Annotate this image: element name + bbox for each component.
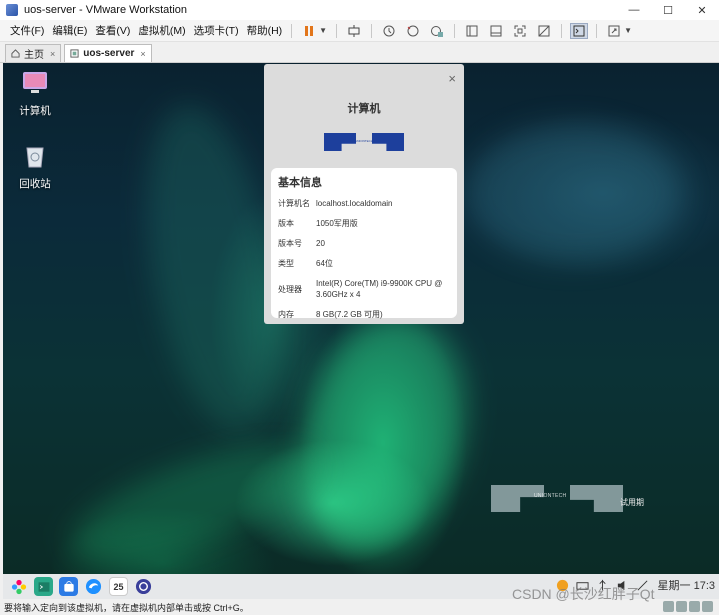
- toolbar-separator: [291, 23, 293, 38]
- tab-home[interactable]: 主页 ×: [5, 44, 62, 62]
- thumbnail-view-icon[interactable]: [487, 23, 505, 39]
- info-row-processor: 处理器 Intel(R) Core(TM) i9-9900K CPU @ 3.6…: [278, 278, 451, 300]
- window-controls: — ☐ ✕: [617, 0, 719, 20]
- uniontech-logo: UNIONTECH: [324, 133, 404, 153]
- guest-desktop[interactable]: 计算机 回收站 × 计算机 UNIONTECH 基本信息 计算机名 localh…: [3, 63, 719, 574]
- tab-strip: 主页 × uos-server ×: [0, 42, 719, 63]
- snapshot-icon[interactable]: [380, 23, 398, 39]
- hdd-status-icon[interactable]: [663, 601, 674, 612]
- info-row-hostname: 计算机名 localhost.localdomain: [278, 198, 451, 209]
- pause-dropdown-icon[interactable]: ▼: [319, 26, 327, 35]
- vm-icon: [70, 49, 79, 58]
- info-row-version: 版本号 20: [278, 238, 451, 249]
- desktop-icon-computer[interactable]: 计算机: [5, 69, 65, 118]
- info-value: 64位: [316, 259, 333, 268]
- basic-info-card: 基本信息 计算机名 localhost.localdomain 版本 1050军…: [271, 168, 457, 320]
- app-store-icon[interactable]: [59, 577, 78, 596]
- info-key: 处理器: [278, 284, 302, 294]
- aurora-glow: [57, 420, 329, 574]
- info-row-type: 类型 64位: [278, 258, 451, 269]
- terminal-icon[interactable]: [34, 577, 53, 596]
- desktop-icon-label: 回收站: [19, 178, 51, 190]
- desktop-icon-label: 计算机: [19, 105, 51, 117]
- info-value: 20: [316, 239, 325, 248]
- device-status-icons: [661, 601, 713, 612]
- dialog-close-button[interactable]: ×: [448, 71, 456, 86]
- browser-icon[interactable]: [84, 577, 103, 596]
- unity-mode-icon[interactable]: [535, 23, 553, 39]
- watermark-brand: UNIONTECH: [534, 493, 567, 499]
- pause-icon[interactable]: [300, 23, 318, 39]
- info-key: 内存: [278, 310, 294, 319]
- info-key: 版本号: [278, 239, 302, 248]
- snapshot-manager-icon[interactable]: [428, 23, 446, 39]
- stretch-dropdown-icon[interactable]: ▼: [624, 26, 632, 35]
- computer-icon: [21, 69, 49, 97]
- tab-uos-server[interactable]: uos-server ×: [64, 44, 152, 62]
- usb-status-icon[interactable]: [702, 601, 713, 612]
- info-key: 版本: [278, 219, 294, 228]
- aurora-glow: [274, 296, 492, 570]
- trial-label: 试用期: [620, 498, 644, 507]
- stretch-guest-icon[interactable]: [605, 23, 623, 39]
- toolbar-separator: [561, 23, 563, 38]
- toolbar-separator: [336, 23, 338, 38]
- send-ctrl-alt-del-icon[interactable]: [345, 23, 363, 39]
- revert-snapshot-icon[interactable]: [404, 23, 422, 39]
- menu-toolbar: 文件(F) 编辑(E) 查看(V) 虚拟机(M) 选项卡(T) 帮助(H) ▼ …: [0, 20, 719, 42]
- library-view-icon[interactable]: [463, 23, 481, 39]
- clock-text: 星期一 17:3: [657, 580, 715, 592]
- info-row-memory: 内存 8 GB(7.2 GB 可用): [278, 309, 451, 320]
- launcher-icon[interactable]: [9, 577, 28, 596]
- menu-help[interactable]: 帮助(H): [243, 23, 287, 38]
- home-icon: [11, 49, 20, 58]
- menu-file[interactable]: 文件(F): [6, 23, 48, 38]
- info-value: Intel(R) Core(TM) i9-9900K CPU @ 3.60GHz…: [316, 279, 443, 299]
- network-status-icon[interactable]: [689, 601, 700, 612]
- calendar-day: 25: [113, 581, 124, 592]
- tab-home-label: 主页: [24, 50, 44, 61]
- info-value: 1050军用版: [316, 219, 358, 228]
- csdn-watermark: CSDN @长沙红胖子Qt: [512, 586, 655, 602]
- maximize-button[interactable]: ☐: [651, 0, 685, 20]
- settings-icon[interactable]: [134, 577, 153, 596]
- tab-close-button[interactable]: ×: [140, 49, 145, 59]
- window-title: uos-server - VMware Workstation: [24, 4, 188, 16]
- cd-status-icon[interactable]: [676, 601, 687, 612]
- info-key: 计算机名: [278, 199, 310, 208]
- menu-tabs[interactable]: 选项卡(T): [190, 23, 243, 38]
- calendar-icon[interactable]: 25: [109, 577, 128, 596]
- info-value: 8 GB(7.2 GB 可用): [316, 310, 383, 319]
- vmware-logo-icon: [6, 4, 18, 16]
- info-key: 类型: [278, 259, 294, 268]
- aurora-glow: [463, 123, 683, 263]
- info-section-heading: 基本信息: [278, 177, 322, 189]
- info-row-edition: 版本 1050军用版: [278, 218, 451, 229]
- status-message: 要将输入定向到该虚拟机，请在虚拟机内部单击或按 Ctrl+G。: [4, 602, 249, 613]
- menu-edit[interactable]: 编辑(E): [48, 23, 91, 38]
- menu-view[interactable]: 查看(V): [91, 23, 134, 38]
- tab-uos-server-label: uos-server: [83, 48, 135, 59]
- about-computer-dialog: × 计算机 UNIONTECH 基本信息 计算机名 localhost.loca…: [264, 64, 464, 324]
- uniontech-watermark: UNIONTECH: [491, 485, 631, 513]
- menu-vm[interactable]: 虚拟机(M): [134, 23, 189, 38]
- toolbar-separator: [454, 23, 456, 38]
- close-icon[interactable]: ×: [50, 49, 55, 59]
- dialog-title: 计算机: [347, 103, 381, 115]
- toolbar-separator: [371, 23, 373, 38]
- info-value: localhost.localdomain: [316, 199, 393, 208]
- console-view-icon[interactable]: [570, 22, 589, 39]
- full-screen-icon[interactable]: [511, 23, 529, 39]
- minimize-button[interactable]: —: [617, 0, 651, 20]
- toolbar-separator: [596, 23, 598, 38]
- desktop-icon-trash[interactable]: 回收站: [5, 142, 65, 191]
- window-titlebar: uos-server - VMware Workstation — ☐ ✕: [0, 0, 719, 20]
- close-button[interactable]: ✕: [685, 0, 719, 20]
- trash-icon: [21, 142, 49, 170]
